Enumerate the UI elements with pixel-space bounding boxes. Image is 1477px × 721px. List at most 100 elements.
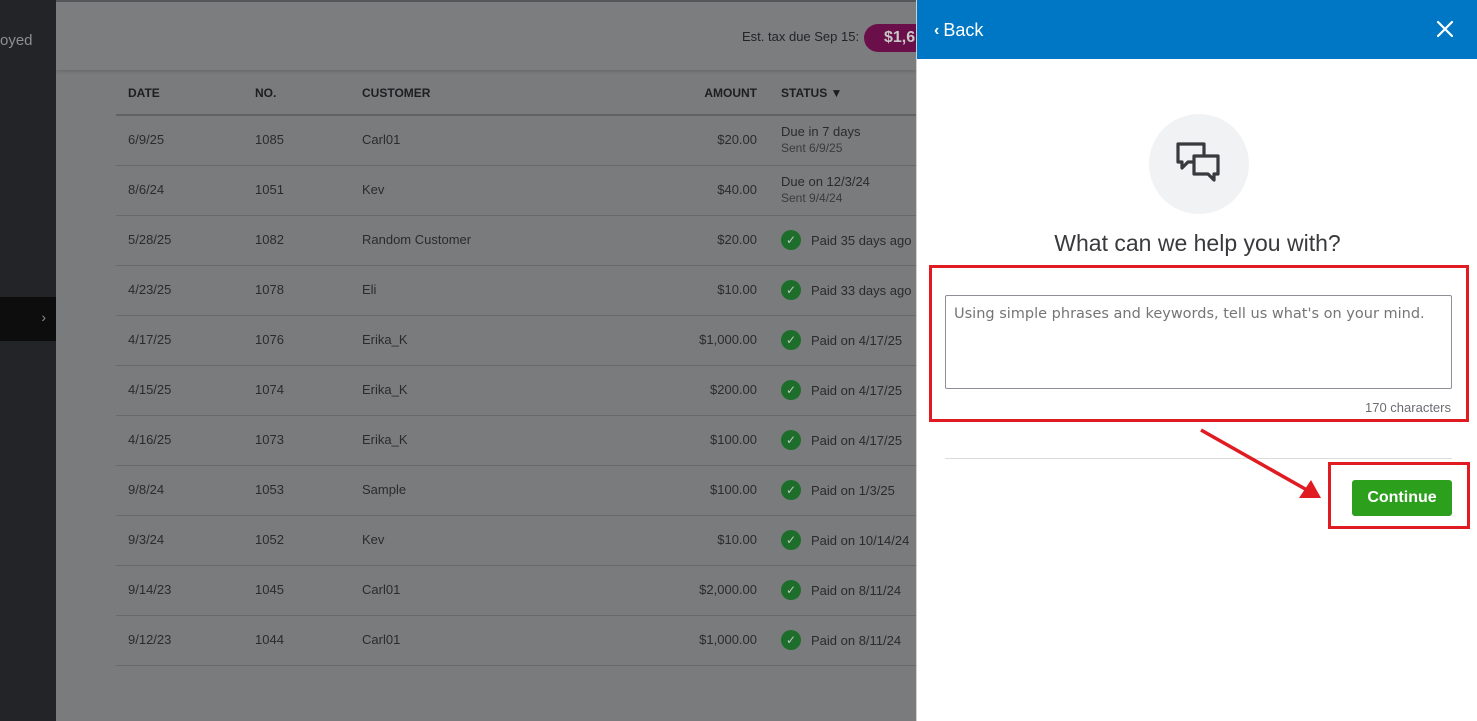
row-customer: Erika_K [362, 432, 408, 447]
row-date: 9/8/24 [128, 482, 165, 497]
row-status-text: Paid on 8/11/24 [811, 632, 902, 648]
table-row[interactable]: 4/16/25 1073 Erika_K $100.00 ✓ Paid on 4/17/2… [116, 416, 916, 466]
checkmark-icon: ✓ [781, 580, 801, 600]
row-status-sub: Sent 9/4/24 [781, 191, 843, 205]
row-amount: $20.00 [717, 132, 757, 147]
table-row[interactable]: 5/28/25 1082 Random Customer $20.00 ✓ Paid 35… [116, 216, 916, 266]
row-date: 4/16/25 [128, 432, 172, 447]
row-number: 1053 [255, 482, 284, 497]
row-date: 6/9/25 [128, 132, 165, 147]
row-status-text: Paid on 8/11/24 [811, 582, 902, 598]
chat-bubbles-icon [1176, 142, 1220, 182]
row-date: 4/23/25 [128, 282, 172, 297]
row-status-text: Due in 7 days [781, 124, 861, 139]
row-amount: $2,000.00 [699, 582, 757, 597]
row-status: ✓ Paid on 1/3/25 [781, 480, 895, 500]
col-customer-header[interactable]: CUSTOMER [362, 86, 430, 100]
back-button[interactable]: ‹ Back [934, 20, 983, 41]
table-row[interactable]: 4/23/25 1078 Eli $10.00 ✓ Paid 33 days ago [116, 266, 916, 316]
continue-button[interactable]: Continue [1352, 480, 1452, 516]
row-number: 1085 [255, 132, 284, 147]
invoices-main: Est. tax due Sep 15: $1,6 DATE NO. CUSTO… [56, 0, 916, 721]
checkmark-icon: ✓ [781, 380, 801, 400]
row-customer: Random Customer [362, 232, 472, 247]
est-tax-badge[interactable]: $1,6 [864, 24, 916, 52]
row-status: ✓ Paid on 4/17/25 [781, 330, 902, 350]
row-customer: Erika_K [362, 382, 408, 397]
help-panel: ‹ Back What can we help you with? 170 ch… [916, 0, 1477, 721]
row-status-text: Paid on 4/17/25 [811, 382, 903, 398]
row-number: 1051 [255, 182, 284, 197]
row-status: ✓ Paid on 4/17/25 [781, 380, 902, 400]
checkmark-icon: ✓ [781, 230, 801, 250]
row-date: 9/3/24 [128, 532, 165, 547]
row-customer: Sample [362, 482, 407, 497]
row-customer: Carl01 [362, 632, 401, 647]
row-date: 8/6/24 [128, 182, 165, 197]
row-status: Due in 7 days Sent 6/9/25 [781, 124, 861, 156]
nav-active-item[interactable]: › [0, 297, 56, 341]
help-title: What can we help you with? [1054, 230, 1341, 256]
checkmark-icon: ✓ [781, 430, 801, 450]
col-date-header[interactable]: DATE [128, 86, 160, 100]
back-label: Back [943, 20, 984, 40]
help-question-input[interactable] [945, 295, 1452, 389]
row-amount: $10.00 [717, 532, 757, 547]
row-amount: $1,000.00 [699, 332, 757, 347]
table-header: DATE NO. CUSTOMER AMOUNT STATUS ▼ [116, 74, 916, 116]
row-amount: $20.00 [717, 232, 757, 247]
table-row[interactable]: 9/3/24 1052 Kev $10.00 ✓ Paid on 10/14/24 [116, 516, 916, 566]
char-count: 170 characters [1365, 400, 1451, 415]
panel-header: ‹ Back [917, 0, 1477, 59]
chevron-left-icon: ‹ [934, 21, 940, 39]
row-amount: $100.00 [710, 482, 757, 497]
row-status: Due on 12/3/24 Sent 9/4/24 [781, 174, 870, 206]
row-status-text: Due on 12/3/24 [781, 174, 870, 189]
row-amount: $40.00 [717, 182, 757, 197]
col-amount-header[interactable]: AMOUNT [704, 86, 757, 100]
chevron-right-icon: › [41, 309, 46, 325]
row-status-text: Paid on 4/17/25 [811, 432, 903, 448]
row-status: ✓ Paid on 10/14/24 [781, 530, 909, 550]
row-date: 4/15/25 [128, 382, 172, 397]
row-number: 1044 [255, 632, 284, 647]
close-icon[interactable] [1434, 18, 1456, 40]
checkmark-icon: ✓ [781, 480, 801, 500]
row-status-sub: Sent 6/9/25 [781, 141, 843, 155]
row-number: 1073 [255, 432, 284, 447]
row-customer: Carl01 [362, 132, 401, 147]
col-no-header[interactable]: NO. [255, 86, 276, 100]
table-row[interactable]: 8/6/24 1051 Kev $40.00 Due on 12/3/24 Sent 9/… [116, 166, 916, 216]
table-row[interactable]: 9/8/24 1053 Sample $100.00 ✓ Paid on 1/3/25 [116, 466, 916, 516]
row-status: ✓ Paid on 8/11/24 [781, 630, 901, 650]
checkmark-icon: ✓ [781, 280, 801, 300]
row-amount: $10.00 [717, 282, 757, 297]
row-status-text: Paid on 4/17/25 [811, 332, 903, 348]
row-customer: Kev [362, 532, 385, 547]
row-amount: $1,000.00 [699, 632, 757, 647]
row-number: 1082 [255, 232, 284, 247]
table-row[interactable]: 4/17/25 1076 Erika_K $1,000.00 ✓ Paid on 4/17… [116, 316, 916, 366]
table-body: 6/9/25 1085 Carl01 $20.00 Due in 7 days Sent … [116, 116, 916, 666]
row-customer: Carl01 [362, 582, 401, 597]
row-status: ✓ Paid on 4/17/25 [781, 430, 902, 450]
row-customer: Eli [362, 282, 377, 297]
checkmark-icon: ✓ [781, 630, 801, 650]
row-status-text: Paid on 1/3/25 [811, 482, 895, 498]
top-bar: Est. tax due Sep 15: $1,6 [56, 0, 916, 70]
est-tax-label: Est. tax due Sep 15: [742, 29, 860, 44]
row-status-text: Paid 35 days ago [811, 232, 912, 248]
row-date: 9/12/23 [128, 632, 172, 647]
row-number: 1076 [255, 332, 284, 347]
nav-item-partial-label[interactable]: oyed [0, 32, 56, 49]
table-row[interactable]: 9/14/23 1045 Carl01 $2,000.00 ✓ Paid on 8/11/… [116, 566, 916, 616]
col-status-header[interactable]: STATUS ▼ [781, 86, 842, 100]
row-date: 4/17/25 [128, 332, 172, 347]
row-date: 9/14/23 [128, 582, 172, 597]
table-row[interactable]: 6/9/25 1085 Carl01 $20.00 Due in 7 days Sent … [116, 116, 916, 166]
table-row[interactable]: 4/15/25 1074 Erika_K $200.00 ✓ Paid on 4/17/2… [116, 366, 916, 416]
row-customer: Kev [362, 182, 385, 197]
row-number: 1052 [255, 532, 284, 547]
table-row[interactable]: 9/12/23 1044 Carl01 $1,000.00 ✓ Paid on 8/11/… [116, 616, 916, 666]
checkmark-icon: ✓ [781, 530, 801, 550]
